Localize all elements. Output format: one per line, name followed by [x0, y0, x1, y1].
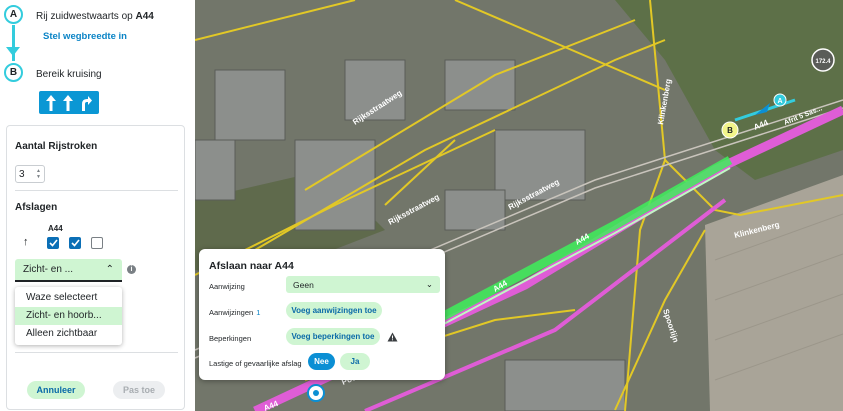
step-a[interactable]: A [4, 5, 23, 24]
step-a-marker: A [4, 5, 23, 24]
navigation-pin-icon[interactable] [307, 384, 325, 402]
visibility-menu: Waze selecteert Zicht- en hoorb... Allee… [15, 287, 122, 345]
visibility-select[interactable]: Zicht- en ... ⌃ [15, 259, 122, 282]
check-icon [70, 239, 80, 247]
turn-popup: Afslaan naar A44 Aanwijzing Geen ⌄ Aanwi… [199, 249, 445, 380]
straight-arrow-icon: ↑ [23, 236, 29, 248]
instructions-count: 1 [256, 308, 261, 317]
instruction-label: Aanwijzing [209, 282, 245, 291]
junction-b-marker[interactable]: B [721, 121, 739, 139]
cancel-button[interactable]: Annuleer [27, 381, 85, 399]
chevron-up-icon: ⌃ [105, 264, 114, 275]
lane-count-stepper[interactable]: 3 ▲ ▼ [15, 165, 45, 183]
straight-arrow-icon [62, 94, 73, 111]
step-b[interactable]: B [4, 63, 23, 82]
turn-checkbox-1[interactable] [47, 237, 59, 249]
step-b-marker: B [4, 63, 23, 82]
stepper-arrows-icon[interactable]: ▲ ▼ [36, 168, 41, 180]
add-instructions-button[interactable]: Voeg aanwijzingen toe [286, 302, 382, 319]
step-b-text: Bereik kruising [36, 69, 102, 80]
marker-a-label: A [777, 98, 782, 105]
menu-item-waze-selects[interactable]: Waze selecteert [15, 289, 122, 307]
step-a-text: Rij zuidwestwaarts op A44 [36, 11, 154, 22]
instructions-label: Aanwijzingen 1 [209, 308, 261, 317]
popup-title: Afslaan naar A44 [209, 260, 294, 272]
marker-b-label: B [727, 126, 733, 135]
add-restrictions-button[interactable]: Voeg beperkingen toe [286, 328, 380, 345]
menu-item-visible-audible[interactable]: Zicht- en hoorb... [15, 307, 122, 325]
difficult-no-button[interactable]: Nee [308, 353, 335, 370]
turns-title: Afslagen [15, 202, 58, 213]
chevron-down-icon: ⌄ [425, 279, 433, 289]
restrictions-label: Beperkingen [209, 334, 252, 343]
menu-item-visible-only[interactable]: Alleen zichtbaar [15, 325, 122, 343]
check-icon [48, 239, 58, 247]
step-arrow-icon [6, 47, 20, 56]
turn-road-label: A44 [48, 224, 63, 233]
turn-checkbox-2[interactable] [69, 237, 81, 249]
lane-guidance [39, 91, 99, 114]
difficult-yes-button[interactable]: Ja [340, 353, 370, 370]
instruction-select[interactable]: Geen ⌄ [286, 276, 440, 293]
camera-shield[interactable]: 172.4 [811, 48, 835, 72]
turn-checkbox-3[interactable] [91, 237, 103, 249]
start-a-marker[interactable]: A [773, 93, 787, 107]
divider [15, 190, 178, 191]
difficult-turn-label: Lastige of gevaarlijke afslag [209, 359, 302, 368]
set-road-width-link[interactable]: Stel wegbreedte in [43, 31, 127, 42]
shield-label: 172.4 [815, 59, 831, 65]
step-a-road: A44 [135, 11, 154, 22]
info-icon[interactable]: i [127, 265, 136, 274]
turn-right-arrow-icon [82, 95, 93, 111]
lane-count-value: 3 [19, 168, 25, 180]
lane-count-title: Aantal Rijstroken [15, 141, 98, 152]
divider [15, 352, 178, 353]
route-steps: A Rij zuidwestwaarts op A44 Stel wegbree… [0, 0, 195, 120]
apply-button[interactable]: Pas toe [113, 381, 165, 399]
warning-icon [387, 332, 398, 342]
straight-arrow-icon [45, 94, 56, 111]
